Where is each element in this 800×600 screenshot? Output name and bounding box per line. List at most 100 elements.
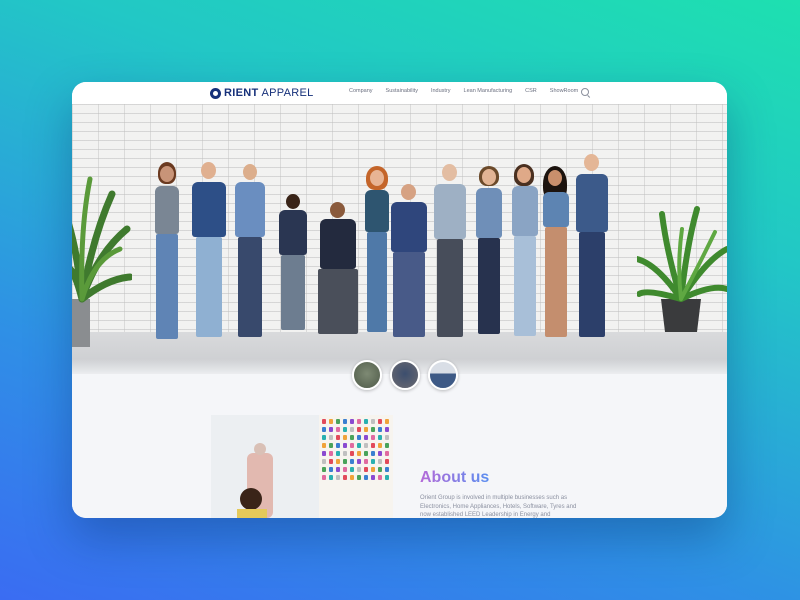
thread-spool [343,427,347,432]
thread-spool [329,419,333,424]
nav-lean-manufacturing[interactable]: Lean Manufacturing [464,88,513,94]
thread-spool [343,443,347,448]
thread-spool [329,427,333,432]
thread-spool [378,419,382,424]
thread-spool [350,451,354,456]
logo-text-bold: RIENT [224,87,259,99]
thread-spool [378,475,382,480]
thread-spool [364,435,368,440]
thread-spool [336,419,340,424]
person [508,164,542,344]
thread-spool [371,427,375,432]
thread-spool [350,459,354,464]
thread-spool [364,451,368,456]
hero-banner [72,104,727,374]
thread-spool [322,451,326,456]
thread-spool [371,435,375,440]
thread-spool [357,427,361,432]
thread-spool [378,427,382,432]
thread-spool [357,451,361,456]
logo-o-mark-icon [210,87,221,99]
thread-spool [378,451,382,456]
orient-apparel-logo[interactable]: RIENT APPAREL [210,85,314,101]
thread-spool [343,451,347,456]
thread-spool [385,459,389,464]
nav-showroom[interactable]: ShowRoom [550,88,578,94]
hero-thumbnail-3[interactable] [428,360,458,390]
thread-spool [378,459,382,464]
thread-spool [385,419,389,424]
thread-spool [385,467,389,472]
thread-spool [343,467,347,472]
thread-spool [329,443,333,448]
thread-spool [350,475,354,480]
thread-spool [322,459,326,464]
hero-thumbnail-nav [352,360,458,390]
thread-spool [322,419,326,424]
thread-spool [322,435,326,440]
person [188,162,228,347]
thread-spool [343,459,347,464]
thread-spool [371,419,375,424]
thread-spool [350,419,354,424]
nav-csr[interactable]: CSR [525,88,537,94]
thread-spool [322,427,326,432]
thread-spool [378,435,382,440]
thread-spool [385,451,389,456]
thread-spool [385,435,389,440]
nav-company[interactable]: Company [349,88,373,94]
person [312,202,364,342]
thread-spool [322,475,326,480]
nav-sustainability[interactable]: Sustainability [386,88,418,94]
thread-spool [357,435,361,440]
thread-spool [364,443,368,448]
main-nav: Company Sustainability Industry Lean Man… [349,88,578,94]
thread-spool [378,467,382,472]
thread-spool [357,475,361,480]
thread-spool [385,443,389,448]
thread-spool [357,467,361,472]
thread-spool [350,435,354,440]
hero-thumbnail-1[interactable] [352,360,382,390]
logo-text-light: APPAREL [261,87,314,99]
thread-spool [350,467,354,472]
person [538,166,574,344]
thread-spool [322,467,326,472]
thread-spool [343,435,347,440]
thread-spool [329,459,333,464]
about-image [211,415,393,518]
thread-spool [336,451,340,456]
thread-spool [357,419,361,424]
person [387,184,431,344]
thread-spool [364,427,368,432]
nav-industry[interactable]: Industry [431,88,451,94]
about-title: About us [420,469,490,486]
thread-spool [371,475,375,480]
hero-thumbnail-2[interactable] [390,360,420,390]
thread-spool [336,475,340,480]
about-section: About us Orient Group is involved in mul… [72,374,727,518]
person [277,194,309,334]
right-plant-image [637,206,727,332]
thread-spool [385,475,389,480]
person [150,162,184,347]
thread-spool [350,443,354,448]
thread-spool [336,443,340,448]
search-icon[interactable] [581,88,589,96]
thread-spool [343,475,347,480]
thread-spool [329,435,333,440]
thread-spool [364,467,368,472]
thread-spool [329,467,333,472]
thread-spool [322,443,326,448]
thread-spool [357,459,361,464]
thread-spool [371,467,375,472]
thread-spool [329,451,333,456]
thread-spool [350,427,354,432]
thread-spool [371,443,375,448]
thread-spool [371,451,375,456]
thread-spool [336,435,340,440]
thread-spool [336,467,340,472]
person [572,154,612,344]
thread-spool [378,443,382,448]
thread-spool [364,475,368,480]
